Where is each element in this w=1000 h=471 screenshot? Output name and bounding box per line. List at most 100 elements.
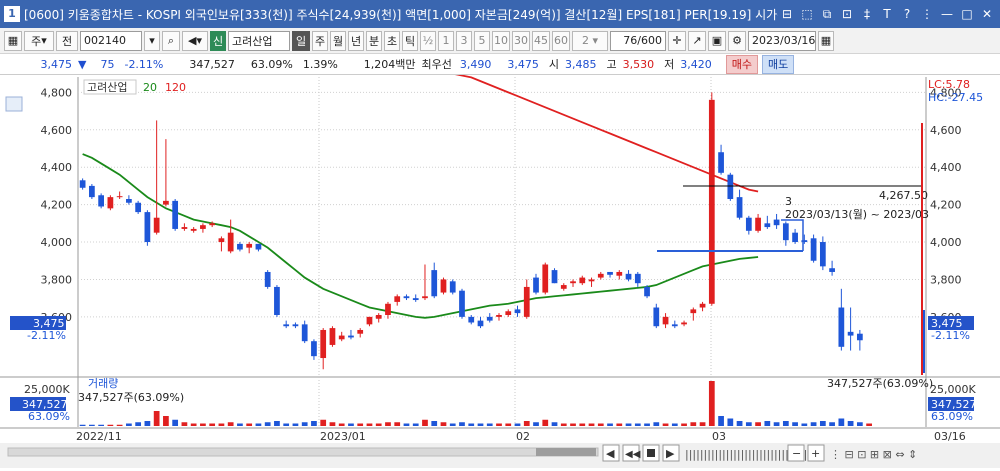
text-icon[interactable]: T — [878, 5, 896, 23]
stock-code-input[interactable]: 002140 — [80, 30, 142, 51]
volume-bar — [764, 421, 771, 426]
horizontal-scrollbar[interactable] — [7, 447, 599, 457]
sound-icon[interactable]: ◀▾ — [182, 30, 208, 51]
volume-bar — [126, 423, 132, 426]
period-minute[interactable]: 분 — [366, 30, 382, 51]
candle — [810, 234, 817, 263]
volume-bar — [496, 423, 502, 426]
period-day[interactable]: 일 — [292, 30, 310, 51]
volume-bar — [533, 422, 539, 426]
volume-bar — [301, 422, 308, 426]
candle — [98, 193, 105, 209]
volume-bar — [514, 423, 521, 426]
svg-text:+: + — [811, 447, 820, 460]
period-tick[interactable]: 틱 — [402, 30, 418, 51]
draw-icon[interactable]: ↗ — [688, 30, 706, 51]
volume-bar — [385, 422, 391, 426]
volume-bar — [274, 421, 280, 426]
close-icon[interactable]: ✕ — [978, 5, 996, 23]
scroll-thumb[interactable] — [536, 448, 596, 456]
interval-45[interactable]: 45 — [532, 30, 550, 51]
volume-bar — [708, 381, 715, 426]
period-week[interactable]: 주 — [312, 30, 328, 51]
minimize-icon[interactable]: — — [938, 5, 956, 23]
view-options-icon[interactable]: ⋮ ⊟ ⊡ ⊞ ⊠ ⇔ ⇕ — [830, 448, 917, 461]
left-vol-pct: 63.09% — [28, 410, 70, 423]
help-icon[interactable]: ? — [898, 5, 916, 23]
quote-bar: 3,475 ▼ 75 -2.11% 347,527 63.09% 1.39% 1… — [0, 54, 1000, 75]
menu-icon[interactable]: ⋮ — [918, 5, 936, 23]
interval-60[interactable]: 60 — [552, 30, 570, 51]
annotation-number: 3 — [785, 195, 792, 208]
crosshair-icon[interactable]: ✛ — [668, 30, 686, 51]
duplicate-icon[interactable]: ⧉ — [818, 5, 836, 23]
volume-right-value: 347,527주(63.09%) — [827, 377, 933, 390]
open-price: 3,485 — [565, 57, 597, 71]
y-tick-right: 4,400 — [930, 161, 962, 174]
layout-icon[interactable]: ⊟ — [778, 5, 796, 23]
vol-tick-left: 25,000K — [24, 383, 70, 396]
calendar-icon[interactable]: ▦ — [818, 30, 834, 51]
low-price: 3,420 — [680, 57, 712, 71]
range-input[interactable]: 76/600 — [610, 30, 666, 51]
volume-bar — [422, 419, 428, 426]
high-label: 고 — [606, 58, 617, 71]
interval-1[interactable]: 1 — [438, 30, 454, 51]
right-price-pct: -2.11% — [931, 329, 970, 342]
candle — [449, 279, 456, 295]
svg-text:▶: ▶ — [666, 447, 675, 460]
interval-5[interactable]: 5 — [474, 30, 490, 51]
period-year[interactable]: 년 — [348, 30, 364, 51]
sell-button[interactable]: 매도 — [762, 54, 795, 74]
high-price: 3,530 — [622, 57, 655, 71]
chart-nav-bar: ◀ ◀◀ ▶ |||||||||||||||||||||||||||||||||… — [0, 443, 1000, 468]
volume-bar — [597, 423, 604, 426]
stock-name-field[interactable]: 고려산업 — [228, 30, 290, 51]
fraction-button[interactable]: ½ — [420, 30, 436, 51]
candle — [727, 172, 734, 201]
volume-bar — [412, 423, 419, 426]
window-title: [0600] 키움종합차트 - KOSPI 외국인보유[333(천)] 주식수[… — [24, 7, 778, 22]
search-icon[interactable]: ⌕ — [162, 30, 180, 51]
link-icon[interactable]: ⊡ — [838, 5, 856, 23]
chart-config-icon[interactable] — [5, 96, 23, 112]
volume-bar — [727, 418, 734, 426]
save-icon[interactable]: ▣ — [708, 30, 726, 51]
y-tick-left: 4,600 — [41, 124, 73, 137]
settings-icon[interactable]: ⚙ — [728, 30, 746, 51]
maximize-icon[interactable]: □ — [958, 5, 976, 23]
volume-bar — [431, 421, 438, 426]
candle — [274, 285, 280, 317]
chart-type-select[interactable]: 주 ▾ — [24, 30, 54, 51]
volume-bar — [163, 416, 169, 426]
date-input[interactable]: 2023/03/16 — [748, 30, 816, 51]
interval-30[interactable]: 30 — [512, 30, 530, 51]
change-percent: -2.11% — [124, 57, 164, 71]
volume-legend: 거래량 — [88, 377, 118, 390]
volume-bar — [745, 422, 752, 426]
volume-bar — [366, 423, 373, 426]
frame-icon[interactable]: ⬚ — [798, 5, 816, 23]
grid-icon[interactable]: ▦ — [4, 30, 22, 51]
volume-bar — [246, 423, 253, 426]
volume-bar — [625, 423, 632, 426]
volume-bar — [320, 419, 327, 426]
code-dropdown-icon[interactable]: ▾ — [144, 30, 160, 51]
pin-icon[interactable]: ‡ — [858, 5, 876, 23]
volume-bar — [135, 422, 142, 426]
period-month[interactable]: 월 — [330, 30, 346, 51]
volume-bar — [588, 423, 595, 426]
count-select[interactable]: 2 ▾ — [572, 30, 608, 51]
volume-bar — [283, 423, 290, 426]
interval-10[interactable]: 10 — [492, 30, 510, 51]
volume-bar — [690, 422, 697, 426]
volume-bar — [681, 423, 687, 426]
price-chart[interactable]: 3,6003,6003,8003,8004,0004,0004,2004,200… — [0, 54, 1000, 468]
market-select[interactable]: 전 — [56, 30, 78, 51]
y-tick-right: 3,800 — [930, 273, 962, 286]
buy-button[interactable]: 매수 — [725, 54, 759, 74]
volume-legend-value: 347,527주(63.09%) — [78, 391, 184, 404]
volume-bar — [829, 422, 835, 426]
period-second[interactable]: 초 — [384, 30, 400, 51]
interval-3[interactable]: 3 — [456, 30, 472, 51]
